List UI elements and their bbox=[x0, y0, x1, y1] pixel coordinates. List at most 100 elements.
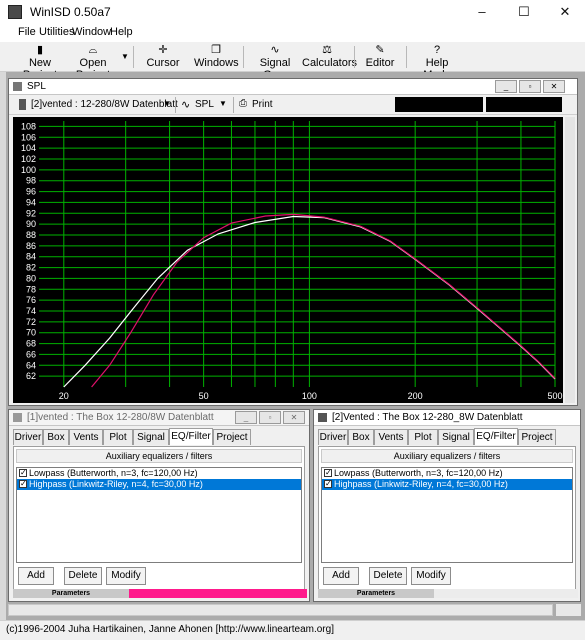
x-tick-label: 50 bbox=[199, 391, 209, 401]
spl-vertical-gutter bbox=[565, 117, 575, 403]
tab-plot[interactable]: Plot bbox=[103, 429, 133, 445]
tab-signal[interactable]: Signal bbox=[438, 429, 474, 445]
spl-close-button[interactable]: ✕ bbox=[543, 80, 565, 93]
windows-label: Windows bbox=[194, 57, 239, 69]
add-button[interactable]: Add bbox=[18, 567, 54, 585]
project-panel-left: [1]vented : The Box 12-280/8W Datenblatt… bbox=[8, 409, 310, 602]
delete-button[interactable]: Delete bbox=[369, 567, 407, 585]
tab-eq-filter[interactable]: EQ/Filter bbox=[169, 428, 213, 445]
tab-box[interactable]: Box bbox=[348, 429, 374, 445]
menu-help[interactable]: Help bbox=[110, 26, 133, 38]
app-icon bbox=[8, 5, 22, 19]
status-bar: (c)1996-2004 Juha Hartikainen, Janne Aho… bbox=[0, 620, 585, 640]
section-header: Auxiliary equalizers / filters bbox=[321, 449, 573, 463]
plot-select[interactable]: SPL bbox=[195, 99, 214, 110]
tab-project[interactable]: Project bbox=[518, 429, 556, 445]
maximize-button[interactable]: ☐ bbox=[504, 0, 544, 24]
params-label: Parameters bbox=[13, 589, 129, 598]
tab-driver[interactable]: Driver bbox=[318, 429, 348, 445]
x-tick-label: 200 bbox=[408, 391, 423, 401]
windows-button[interactable]: ❐ Windows bbox=[194, 44, 239, 70]
y-tick-label: 106 bbox=[21, 132, 36, 142]
signal-gen-icon: ∿ bbox=[270, 44, 280, 56]
open-project-dropdown-icon[interactable]: ▼ bbox=[121, 52, 129, 61]
x-tick-label: 500 bbox=[547, 391, 562, 401]
spl-chart[interactable]: 62 64 66 68 70 72 74 76 78 80 82 84 86 88 90 92 94 96 98 10… bbox=[13, 117, 563, 403]
calculators-button[interactable]: ⚖ Calculators bbox=[302, 44, 357, 70]
tab-vents[interactable]: Vents bbox=[374, 429, 408, 445]
panel-left-minimize-button[interactable]: _ bbox=[235, 411, 257, 424]
y-tick-label: 92 bbox=[26, 208, 36, 218]
workspace-horizontal-scrollbar[interactable] bbox=[8, 604, 553, 616]
cursor-readout-2 bbox=[486, 97, 562, 112]
new-project-button[interactable]: ▮ New Project bbox=[16, 44, 64, 81]
delete-button[interactable]: Delete bbox=[64, 567, 102, 585]
filter-item-highpass[interactable]: ✓ Highpass (Linkwitz-Riley, n=4, fc=30,0… bbox=[322, 479, 572, 490]
y-tick-label: 84 bbox=[26, 252, 36, 262]
menu-utilities[interactable]: Utilities bbox=[39, 26, 74, 38]
filter-label: Highpass (Linkwitz-Riley, n=4, fc=30,00 … bbox=[334, 479, 508, 489]
panel-left-title: [1]vented : The Box 12-280/8W Datenblatt bbox=[27, 412, 214, 423]
y-tick-label: 80 bbox=[26, 273, 36, 283]
filter-item-lowpass[interactable]: ✓ Lowpass (Butterworth, n=3, fc=120,00 H… bbox=[322, 468, 572, 479]
x-tick-label: 20 bbox=[59, 391, 69, 401]
project-panel-right: [2]Vented : The Box 12-280_8W Datenblatt… bbox=[313, 409, 581, 602]
workspace-edge bbox=[0, 72, 6, 620]
menu-file[interactable]: File bbox=[18, 26, 36, 38]
plot-select-chevron-down-icon[interactable]: ▼ bbox=[219, 99, 227, 108]
filter-list[interactable]: ✓ Lowpass (Butterworth, n=3, fc=120,00 H… bbox=[321, 467, 573, 563]
filter-item-highpass[interactable]: ✓ Highpass (Linkwitz-Riley, n=4, fc=30,0… bbox=[17, 479, 301, 490]
cursor-button[interactable]: ✛ Cursor bbox=[143, 44, 183, 70]
project-select-chevron-down-icon[interactable]: ▼ bbox=[163, 99, 171, 108]
open-project-button[interactable]: ⌓ Open Project bbox=[66, 44, 120, 81]
y-tick-label: 104 bbox=[21, 143, 36, 153]
filter-list[interactable]: ✓ Lowpass (Butterworth, n=3, fc=120,00 H… bbox=[16, 467, 302, 563]
y-tick-label: 78 bbox=[26, 284, 36, 294]
menu-window[interactable]: Window bbox=[72, 26, 111, 38]
params-label: Parameters bbox=[318, 589, 434, 598]
add-button[interactable]: Add bbox=[323, 567, 359, 585]
tab-project[interactable]: Project bbox=[213, 429, 251, 445]
modify-button[interactable]: Modify bbox=[411, 567, 451, 585]
tab-vents[interactable]: Vents bbox=[69, 429, 103, 445]
spl-window-titlebar: SPL _ ▫ ✕ bbox=[9, 79, 577, 95]
spl-curve-2 bbox=[91, 213, 556, 388]
editor-button[interactable]: ✎ Editor bbox=[362, 44, 398, 70]
y-tick-label: 108 bbox=[21, 121, 36, 131]
toolbar-separator bbox=[406, 46, 407, 68]
filter-checkbox[interactable]: ✓ bbox=[19, 469, 27, 477]
signal-gen-button[interactable]: ∿ Signal Gen. bbox=[250, 44, 300, 81]
y-tick-label: 90 bbox=[26, 219, 36, 229]
spl-window-icon bbox=[13, 82, 22, 91]
filter-checkbox[interactable]: ✓ bbox=[324, 480, 332, 488]
y-tick-label: 100 bbox=[21, 165, 36, 175]
tab-box[interactable]: Box bbox=[43, 429, 69, 445]
panel-left-restore-button[interactable]: ▫ bbox=[259, 411, 281, 424]
tab-plot[interactable]: Plot bbox=[408, 429, 438, 445]
filter-checkbox[interactable]: ✓ bbox=[19, 480, 27, 488]
print-button[interactable]: Print bbox=[252, 99, 273, 110]
tab-driver[interactable]: Driver bbox=[13, 429, 43, 445]
spl-minimize-button[interactable]: _ bbox=[495, 80, 517, 93]
y-tick-label: 86 bbox=[26, 241, 36, 251]
cursor-label: Cursor bbox=[146, 57, 180, 69]
minimize-button[interactable]: – bbox=[462, 0, 502, 24]
project-panel-left-titlebar: [1]vented : The Box 12-280/8W Datenblatt… bbox=[9, 410, 309, 426]
spl-chart-svg[interactable]: 6264666870727476788082848688909294969810… bbox=[13, 117, 563, 403]
filter-checkbox[interactable]: ✓ bbox=[324, 469, 332, 477]
tab-signal[interactable]: Signal bbox=[133, 429, 169, 445]
filter-item-lowpass[interactable]: ✓ Lowpass (Butterworth, n=3, fc=120,00 H… bbox=[17, 468, 301, 479]
modify-button[interactable]: Modify bbox=[106, 567, 146, 585]
close-button[interactable]: ✕ bbox=[545, 0, 585, 24]
y-tick-label: 68 bbox=[26, 339, 36, 349]
help-mode-button[interactable]: ? Help Mode bbox=[414, 44, 460, 81]
tab-eq-filter[interactable]: EQ/Filter bbox=[474, 428, 518, 445]
editor-label: Editor bbox=[365, 57, 395, 69]
y-tick-label: 74 bbox=[26, 306, 36, 316]
panel-left-close-button[interactable]: ✕ bbox=[283, 411, 305, 424]
plot-type-icon: ∿ bbox=[181, 99, 191, 111]
new-project-icon: ▮ bbox=[36, 44, 44, 56]
y-tick-label: 88 bbox=[26, 230, 36, 240]
project-select[interactable]: [2]vented : 12-280/8W Datenblatt bbox=[31, 99, 178, 110]
spl-restore-button[interactable]: ▫ bbox=[519, 80, 541, 93]
